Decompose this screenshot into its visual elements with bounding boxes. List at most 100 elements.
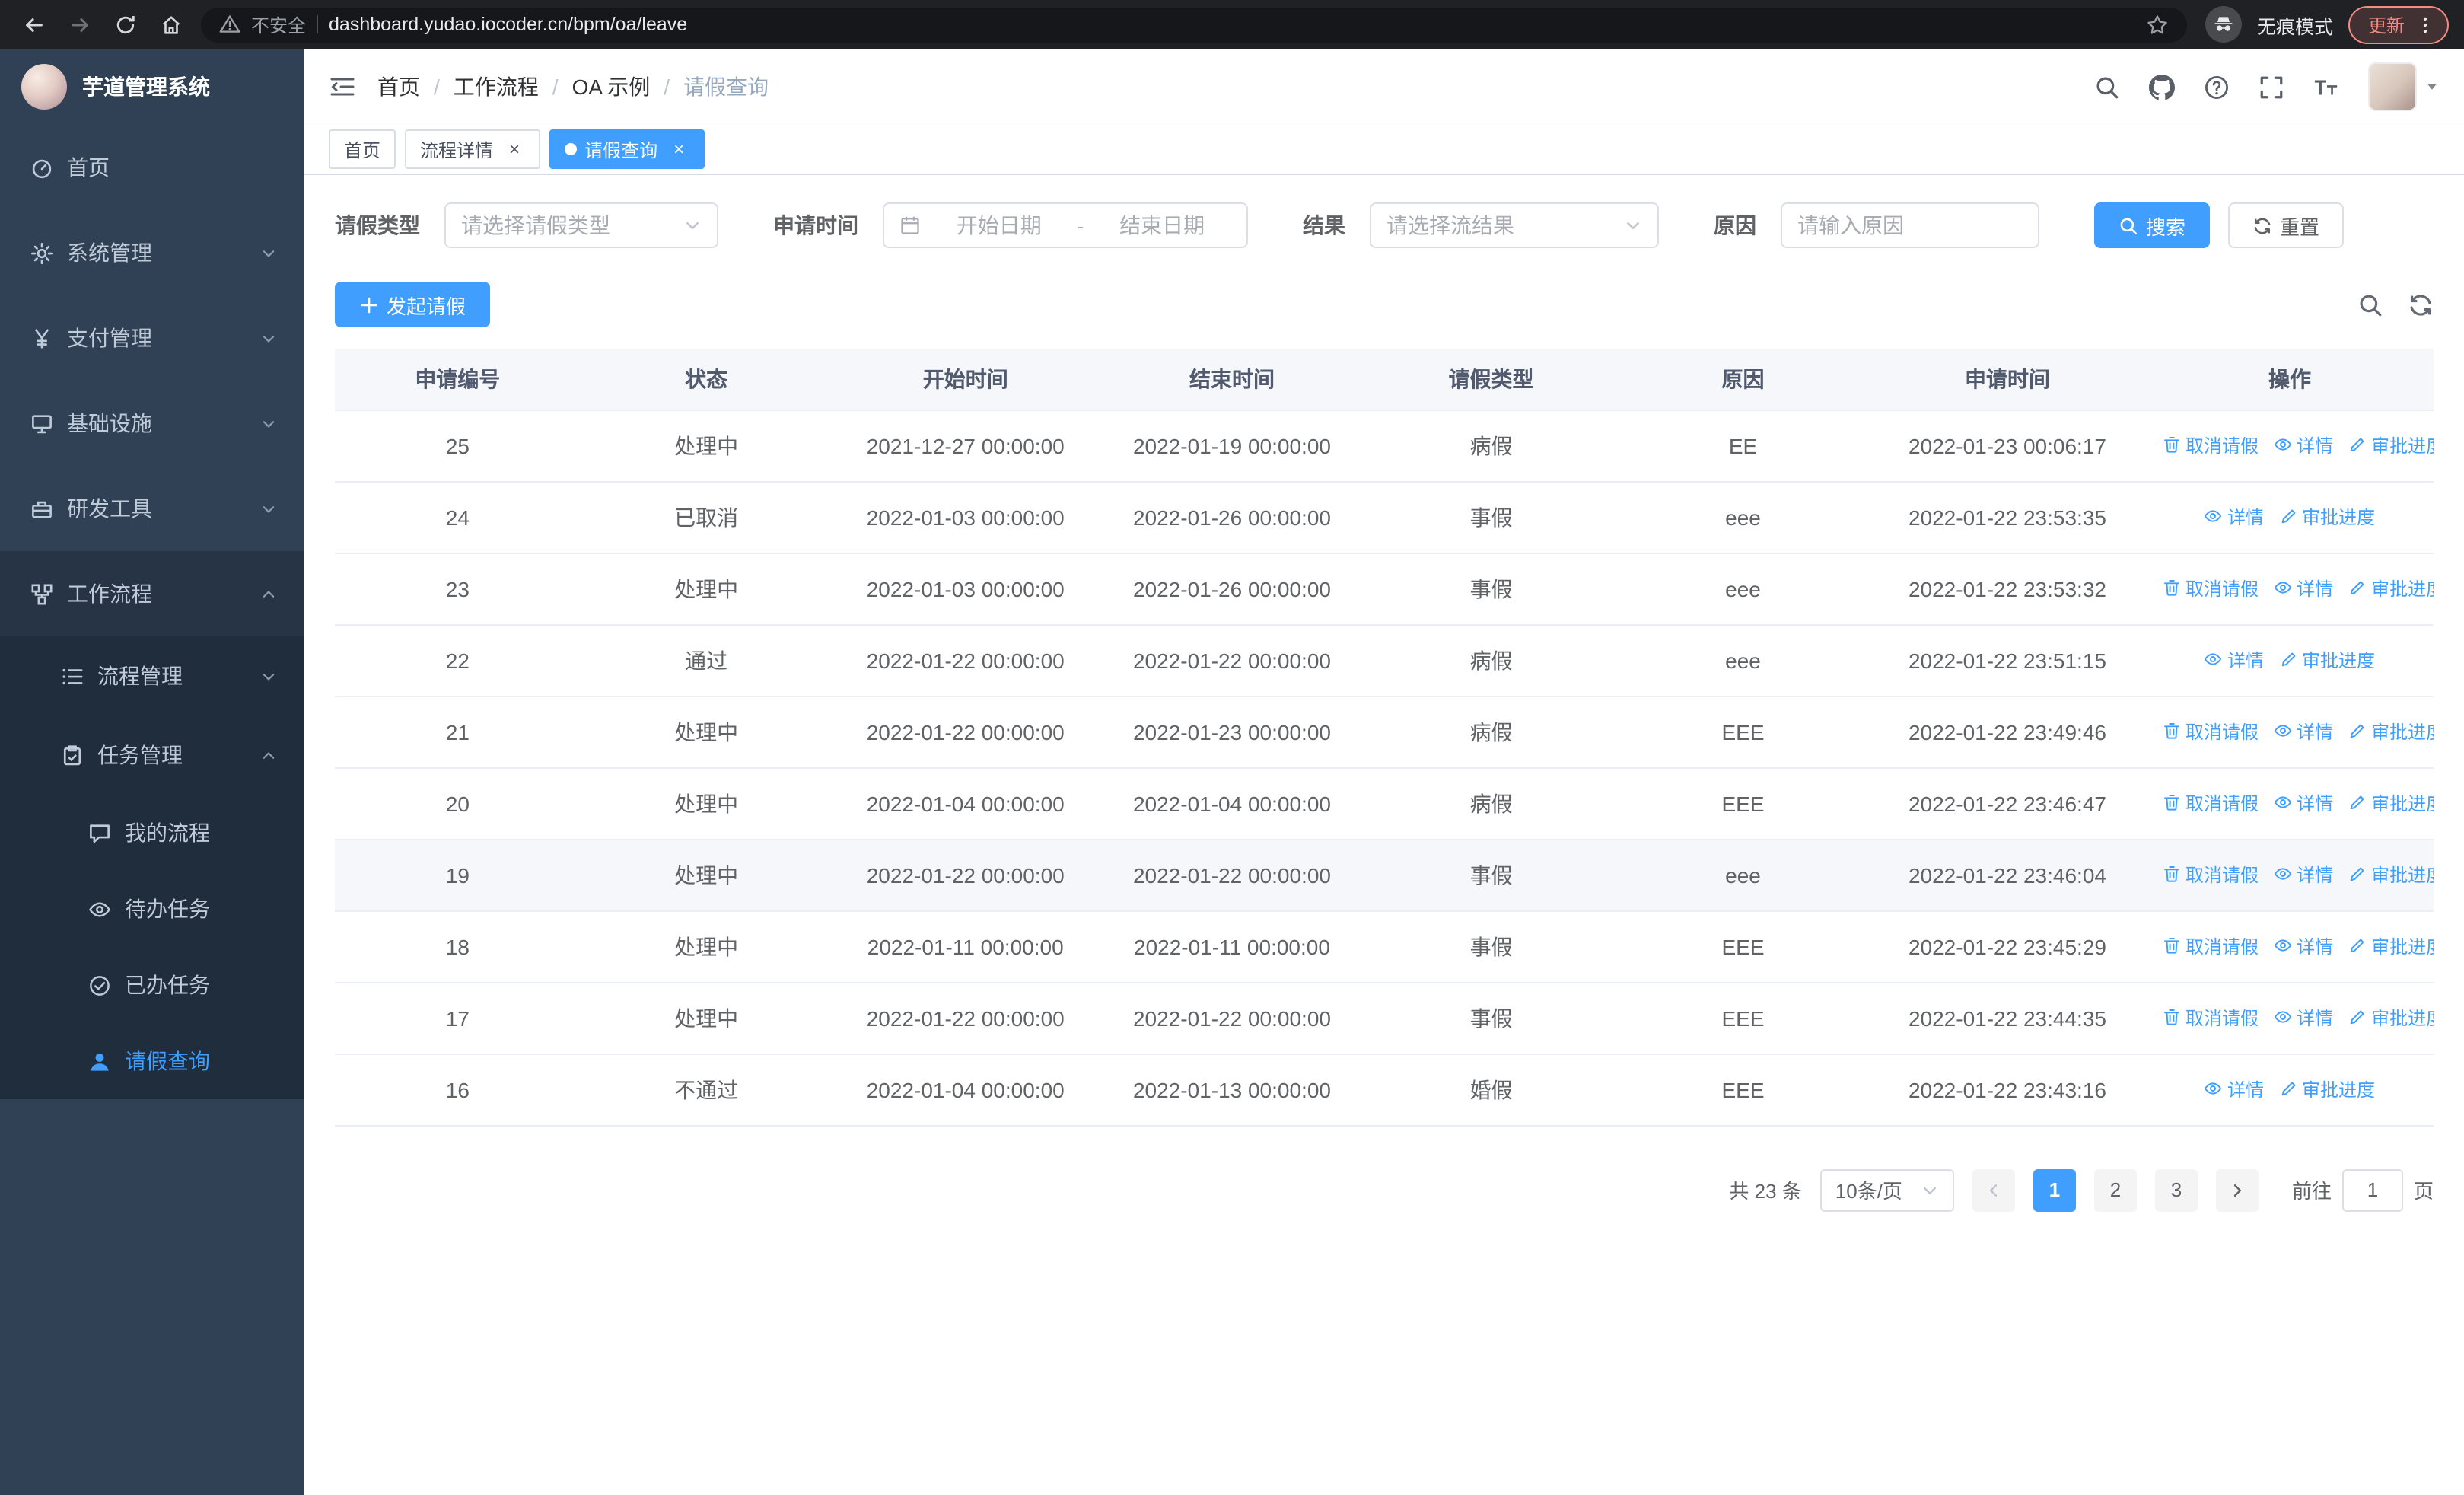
approval-progress-link[interactable]: 审批进度	[2279, 647, 2375, 673]
detail-link[interactable]: 详情	[2274, 719, 2333, 744]
approval-progress-link[interactable]: 审批进度	[2348, 933, 2434, 959]
leave-type-select[interactable]: 请选择请假类型	[444, 202, 718, 248]
tab-home[interactable]: 首页	[329, 129, 396, 169]
cancel-leave-link[interactable]: 取消请假	[2163, 1005, 2259, 1031]
approval-progress-link[interactable]: 审批进度	[2348, 575, 2434, 601]
detail-link[interactable]: 详情	[2205, 647, 2264, 673]
sidebar-item-task-mgmt[interactable]: 任务管理	[0, 716, 304, 795]
page-button-1[interactable]: 1	[2033, 1168, 2076, 1211]
cancel-leave-link[interactable]: 取消请假	[2163, 575, 2259, 601]
approval-progress-link[interactable]: 审批进度	[2279, 504, 2375, 530]
approval-progress-link[interactable]: 审批进度	[2348, 862, 2434, 888]
close-tab-icon[interactable]: ×	[668, 139, 689, 160]
refresh-table-icon[interactable]	[2408, 292, 2434, 317]
column-header: 开始时间	[832, 349, 1099, 410]
cell-actions: 取消请假 详情 审批进度	[2146, 839, 2434, 911]
url-text[interactable]: dashboard.yudao.iocoder.cn/bpm/oa/leave	[329, 14, 2135, 35]
sidebar-item-my-process[interactable]: 我的流程	[0, 795, 304, 871]
task-icon	[61, 744, 84, 767]
page-button-2[interactable]: 2	[2093, 1168, 2137, 1211]
fullscreen-icon[interactable]	[2259, 74, 2284, 100]
detail-link[interactable]: 详情	[2274, 575, 2333, 601]
cell-end-time: 2022-01-11 00:00:00	[1098, 910, 1366, 983]
cell-apply-id: 16	[335, 1054, 581, 1126]
action-label: 取消请假	[2185, 721, 2259, 743]
page-size-select[interactable]: 10条/页	[1819, 1168, 1954, 1211]
github-icon[interactable]	[2149, 74, 2175, 100]
address-bar[interactable]: 不安全 dashboard.yudao.iocoder.cn/bpm/oa/le…	[201, 7, 2187, 42]
edit-icon	[2348, 1009, 2367, 1027]
sidebar-item-home[interactable]: 首页	[0, 125, 304, 210]
sidebar-item-leave-query[interactable]: 请假查询	[0, 1023, 304, 1099]
prev-page-button[interactable]	[1972, 1168, 2015, 1211]
tab-process-detail[interactable]: 流程详情 ×	[405, 129, 541, 169]
search-button[interactable]: 搜索	[2094, 202, 2211, 248]
detail-link[interactable]: 详情	[2274, 432, 2333, 458]
breadcrumb-item[interactable]: 工作流程	[454, 72, 539, 102]
page-button-3[interactable]: 3	[2154, 1168, 2198, 1211]
sidebar-item-system[interactable]: 系统管理	[0, 210, 304, 295]
cell-leave-type: 事假	[1365, 982, 1618, 1054]
close-tab-icon[interactable]: ×	[504, 139, 525, 160]
sidebar-item-payment[interactable]: 支付管理	[0, 295, 304, 381]
cell-apply-time: 2022-01-22 23:51:15	[1868, 624, 2146, 696]
breadcrumb-item[interactable]: 首页	[377, 72, 420, 102]
tab-leave-query[interactable]: 请假查询 ×	[549, 129, 705, 169]
user-avatar-menu[interactable]	[2368, 62, 2440, 111]
sidebar-item-process-mgmt[interactable]: 流程管理	[0, 636, 304, 716]
bookmark-star-icon[interactable]	[2146, 13, 2169, 36]
detail-link[interactable]: 详情	[2274, 790, 2333, 816]
goto-page-input[interactable]	[2341, 1168, 2403, 1211]
detail-link[interactable]: 详情	[2274, 862, 2333, 888]
browser-menu-icon[interactable]	[2415, 14, 2435, 34]
eye-icon	[88, 897, 111, 920]
security-warning-label[interactable]: 不安全	[251, 11, 306, 37]
browser-home-button[interactable]	[152, 6, 189, 43]
cell-apply-time: 2022-01-22 23:49:46	[1868, 696, 2146, 768]
cancel-leave-link[interactable]: 取消请假	[2163, 432, 2259, 458]
detail-link[interactable]: 详情	[2205, 504, 2264, 530]
toggle-search-icon[interactable]	[2357, 292, 2383, 317]
avatar	[2368, 62, 2417, 111]
sidebar-item-workflow[interactable]: 工作流程	[0, 551, 304, 636]
approval-progress-link[interactable]: 审批进度	[2348, 432, 2434, 458]
approval-progress-link[interactable]: 审批进度	[2279, 1076, 2375, 1102]
apply-time-range-picker[interactable]: 开始日期 - 结束日期	[883, 202, 1248, 248]
sidebar-collapse-button[interactable]	[329, 73, 356, 100]
sidebar-item-devtools[interactable]: 研发工具	[0, 466, 304, 551]
browser-back-button[interactable]	[15, 6, 52, 43]
column-header: 原因	[1617, 349, 1869, 410]
help-icon[interactable]	[2204, 74, 2230, 100]
user-icon	[88, 1050, 111, 1073]
sidebar-item-todo-task[interactable]: 待办任务	[0, 871, 304, 947]
reason-input[interactable]	[1781, 202, 2039, 248]
app-logo[interactable]: 芋道管理系统	[0, 49, 304, 125]
cell-apply-time: 2022-01-22 23:53:35	[1868, 481, 2146, 553]
cell-apply-id: 22	[335, 624, 581, 696]
approval-progress-link[interactable]: 审批进度	[2348, 790, 2434, 816]
browser-update-button[interactable]: 更新	[2348, 5, 2449, 43]
cancel-leave-link[interactable]: 取消请假	[2163, 862, 2259, 888]
detail-link[interactable]: 详情	[2274, 1005, 2333, 1031]
detail-link[interactable]: 详情	[2274, 933, 2333, 959]
browser-reload-button[interactable]	[107, 6, 143, 43]
approval-progress-link[interactable]: 审批进度	[2348, 1005, 2434, 1031]
cancel-leave-link[interactable]: 取消请假	[2163, 790, 2259, 816]
browser-forward-button[interactable]	[61, 6, 97, 43]
cell-leave-type: 病假	[1365, 410, 1618, 482]
sidebar-item-done-task[interactable]: 已办任务	[0, 947, 304, 1023]
cancel-leave-link[interactable]: 取消请假	[2163, 719, 2259, 744]
font-size-icon[interactable]	[2313, 74, 2339, 100]
create-leave-button[interactable]: 发起请假	[335, 282, 491, 327]
security-warning-icon[interactable]	[219, 14, 240, 35]
cell-apply-time: 2022-01-22 23:53:32	[1868, 553, 2146, 625]
sidebar-item-infra[interactable]: 基础设施	[0, 381, 304, 466]
reset-button[interactable]: 重置	[2228, 202, 2345, 248]
approval-progress-link[interactable]: 审批进度	[2348, 719, 2434, 744]
next-page-button[interactable]	[2215, 1168, 2259, 1211]
breadcrumb-item[interactable]: OA 示例	[572, 72, 651, 102]
search-icon[interactable]	[2094, 74, 2120, 100]
detail-link[interactable]: 详情	[2205, 1076, 2264, 1102]
cancel-leave-link[interactable]: 取消请假	[2163, 933, 2259, 959]
result-select[interactable]: 请选择流结果	[1370, 202, 1659, 248]
